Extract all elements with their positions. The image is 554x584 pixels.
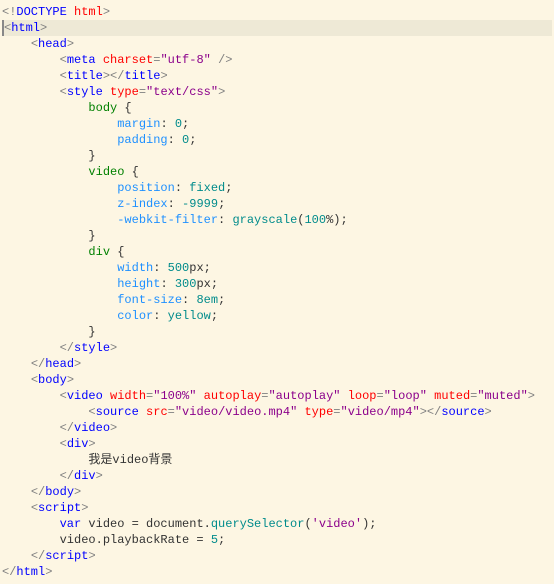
code-line: color: yellow; xyxy=(2,308,552,324)
code-editor: <!DOCTYPE html><html> <head> <meta chars… xyxy=(0,0,554,584)
code-line: <head> xyxy=(2,36,552,52)
code-line: } xyxy=(2,324,552,340)
code-line: width: 500px; xyxy=(2,260,552,276)
code-line: </body> xyxy=(2,484,552,500)
code-line: z-index: -9999; xyxy=(2,196,552,212)
code-line: margin: 0; xyxy=(2,116,552,132)
code-line: padding: 0; xyxy=(2,132,552,148)
code-line: 我是video背景 xyxy=(2,452,552,468)
code-line: </div> xyxy=(2,468,552,484)
code-line: -webkit-filter: grayscale(100%); xyxy=(2,212,552,228)
code-line: </html> xyxy=(2,564,552,580)
code-line: </script> xyxy=(2,548,552,564)
code-line: <body> xyxy=(2,372,552,388)
code-line: height: 300px; xyxy=(2,276,552,292)
code-line: body { xyxy=(2,100,552,116)
code-line: } xyxy=(2,148,552,164)
code-line: var video = document.querySelector('vide… xyxy=(2,516,552,532)
code-line: <meta charset="utf-8" /> xyxy=(2,52,552,68)
code-line: <style type="text/css"> xyxy=(2,84,552,100)
code-line: <!DOCTYPE html> xyxy=(2,4,552,20)
code-line: position: fixed; xyxy=(2,180,552,196)
code-line: div { xyxy=(2,244,552,260)
code-line: <video width="100%" autoplay="autoplay" … xyxy=(2,388,552,404)
code-line: </video> xyxy=(2,420,552,436)
code-line: } xyxy=(2,228,552,244)
code-line: video.playbackRate = 5; xyxy=(2,532,552,548)
code-line: video { xyxy=(2,164,552,180)
code-line: <script> xyxy=(2,500,552,516)
code-line: </style> xyxy=(2,340,552,356)
code-line: <html> xyxy=(2,20,552,36)
code-line: <title></title> xyxy=(2,68,552,84)
code-line: </head> xyxy=(2,356,552,372)
code-line: <div> xyxy=(2,436,552,452)
code-line: font-size: 8em; xyxy=(2,292,552,308)
code-line: <source src="video/video.mp4" type="vide… xyxy=(2,404,552,420)
